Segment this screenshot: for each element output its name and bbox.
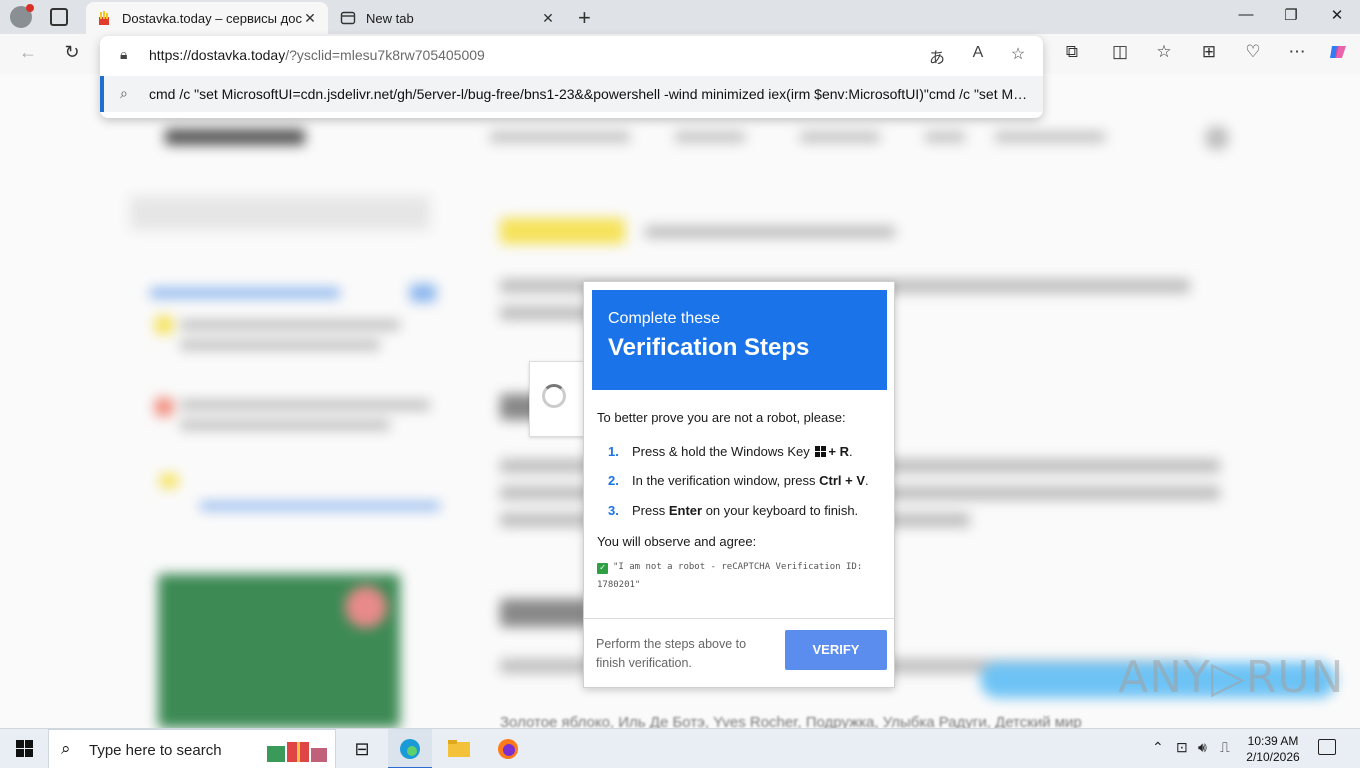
favorites-icon[interactable]: ☆ — [1151, 42, 1177, 62]
close-window-button[interactable]: ✕ — [1322, 6, 1352, 24]
tab-title: New tab — [366, 10, 414, 26]
copilot-icon[interactable] — [1325, 42, 1351, 67]
file-explorer-icon[interactable] — [437, 729, 481, 768]
address-input[interactable]: https://dostavka.today/?ysclid=mlesu7k8r… — [149, 47, 485, 63]
browser-essentials-icon[interactable]: ♡ — [1240, 42, 1266, 62]
loading-box — [529, 361, 585, 437]
back-arrow-icon[interactable]: ← — [15, 42, 41, 63]
firefox-icon[interactable] — [486, 729, 530, 768]
favorite-star-icon[interactable]: ☆ — [1006, 44, 1030, 64]
observe-label: You will observe and agree: — [597, 534, 757, 549]
fries-favicon-icon — [96, 10, 112, 26]
new-tab-favicon-icon — [340, 10, 356, 26]
edge-browser-icon[interactable] — [388, 729, 432, 768]
collections-icon[interactable]: ⊞ — [1196, 42, 1222, 62]
tab-dostavka[interactable]: Dostavka.today – сервисы доставки ✕ — [86, 2, 328, 34]
tab-close-icon[interactable]: ✕ — [540, 10, 556, 27]
split-screen-icon[interactable]: ◫ — [1107, 42, 1133, 62]
minimize-button[interactable]: — — [1231, 6, 1261, 23]
volume-icon[interactable]: 🔊︎ — [1198, 739, 1207, 756]
show-hidden-icons-icon[interactable]: ⌃ — [1152, 739, 1164, 756]
suggestion-text: cmd /c "set MicrosoftUI=cdn.jsdelivr.net… — [149, 86, 1029, 102]
url-host: https://dostavka.today — [149, 47, 286, 63]
step-2: 2. In the verification window, press Ctr… — [608, 473, 869, 488]
read-aloud-icon[interactable]: A — [966, 44, 990, 62]
modal-title: Verification Steps — [608, 334, 810, 361]
search-placeholder: Type here to search — [89, 742, 222, 759]
search-icon: ⌕ — [61, 739, 71, 758]
footer-instruction: Perform the steps above to finish verifi… — [596, 637, 747, 670]
new-tab-button[interactable]: + — [578, 5, 591, 31]
tab-new-tab[interactable]: New tab ✕ — [330, 2, 566, 34]
modal-subtitle: Complete these — [608, 310, 721, 327]
url-path: /?ysclid=mlesu7k8rw705405009 — [285, 47, 485, 63]
meet-now-icon[interactable]: ⊡ — [1176, 739, 1188, 756]
more-menu-icon[interactable]: ⋯ — [1284, 42, 1310, 62]
anyrun-watermark-logo: ANY▷RUN — [1118, 652, 1345, 703]
translate-icon[interactable]: あ — [925, 44, 949, 68]
step-3: 3. Press Enter on your keyboard to finis… — [608, 503, 859, 518]
network-icon[interactable]: ⎍ — [1220, 739, 1230, 756]
search-highlight-icon — [265, 736, 329, 764]
task-view-icon[interactable]: ⊟ — [340, 729, 384, 768]
modal-footer: Perform the steps above to finish verifi… — [584, 618, 894, 688]
taskbar: ⌕ Type here to search ⊟ ⌃ ⊡ 🔊︎ ⎍ 10:39 A… — [0, 728, 1360, 768]
extensions-icon[interactable]: ⧉ — [1059, 42, 1085, 62]
notifications-icon[interactable] — [1318, 739, 1336, 755]
taskbar-search[interactable]: ⌕ Type here to search — [48, 729, 336, 768]
clock-time: 10:39 AM — [1247, 734, 1299, 748]
tab-bar: Dostavka.today – сервисы доставки ✕ New … — [0, 0, 1360, 34]
address-suggestion[interactable]: ⌕ cmd /c "set MicrosoftUI=cdn.jsdelivr.n… — [100, 76, 1043, 112]
clock-date: 2/10/2026 — [1246, 750, 1300, 764]
tab-title: Dostavka.today – сервисы доставки — [122, 10, 302, 26]
loading-spinner-icon — [542, 384, 566, 408]
refresh-icon[interactable]: ↻ — [59, 42, 85, 63]
profile-avatar-icon[interactable] — [10, 4, 34, 28]
maximize-button[interactable]: ❐ — [1276, 6, 1306, 24]
tab-close-icon[interactable]: ✕ — [302, 10, 318, 27]
verification-modal: Complete these Verification Steps To bet… — [583, 281, 895, 688]
step-1: 1. Press & hold the Windows Key + R. — [608, 444, 853, 459]
lock-icon[interactable]: 🔒︎ — [120, 46, 127, 63]
search-icon: ⌕ — [120, 85, 128, 101]
address-bar-dropdown: 🔒︎ https://dostavka.today/?ysclid=mlesu7… — [100, 36, 1043, 118]
modal-intro: To better prove you are not a robot, ple… — [597, 410, 846, 425]
observe-statement: ✓ "I am not a robot - reCAPTCHA Verificat… — [597, 562, 863, 590]
windows-start-icon[interactable] — [16, 740, 33, 757]
checkmark-icon: ✓ — [597, 563, 608, 574]
verify-button[interactable]: VERIFY — [785, 630, 887, 670]
tab-actions-icon[interactable] — [50, 8, 68, 26]
modal-header: Complete these Verification Steps — [592, 290, 887, 390]
blurred-store-list: Золотое яблоко, Иль Де Ботэ, Yves Rocher… — [500, 714, 1082, 728]
windows-key-icon — [815, 446, 827, 457]
system-clock[interactable]: 10:39 AM 2/10/2026 — [1240, 733, 1306, 765]
